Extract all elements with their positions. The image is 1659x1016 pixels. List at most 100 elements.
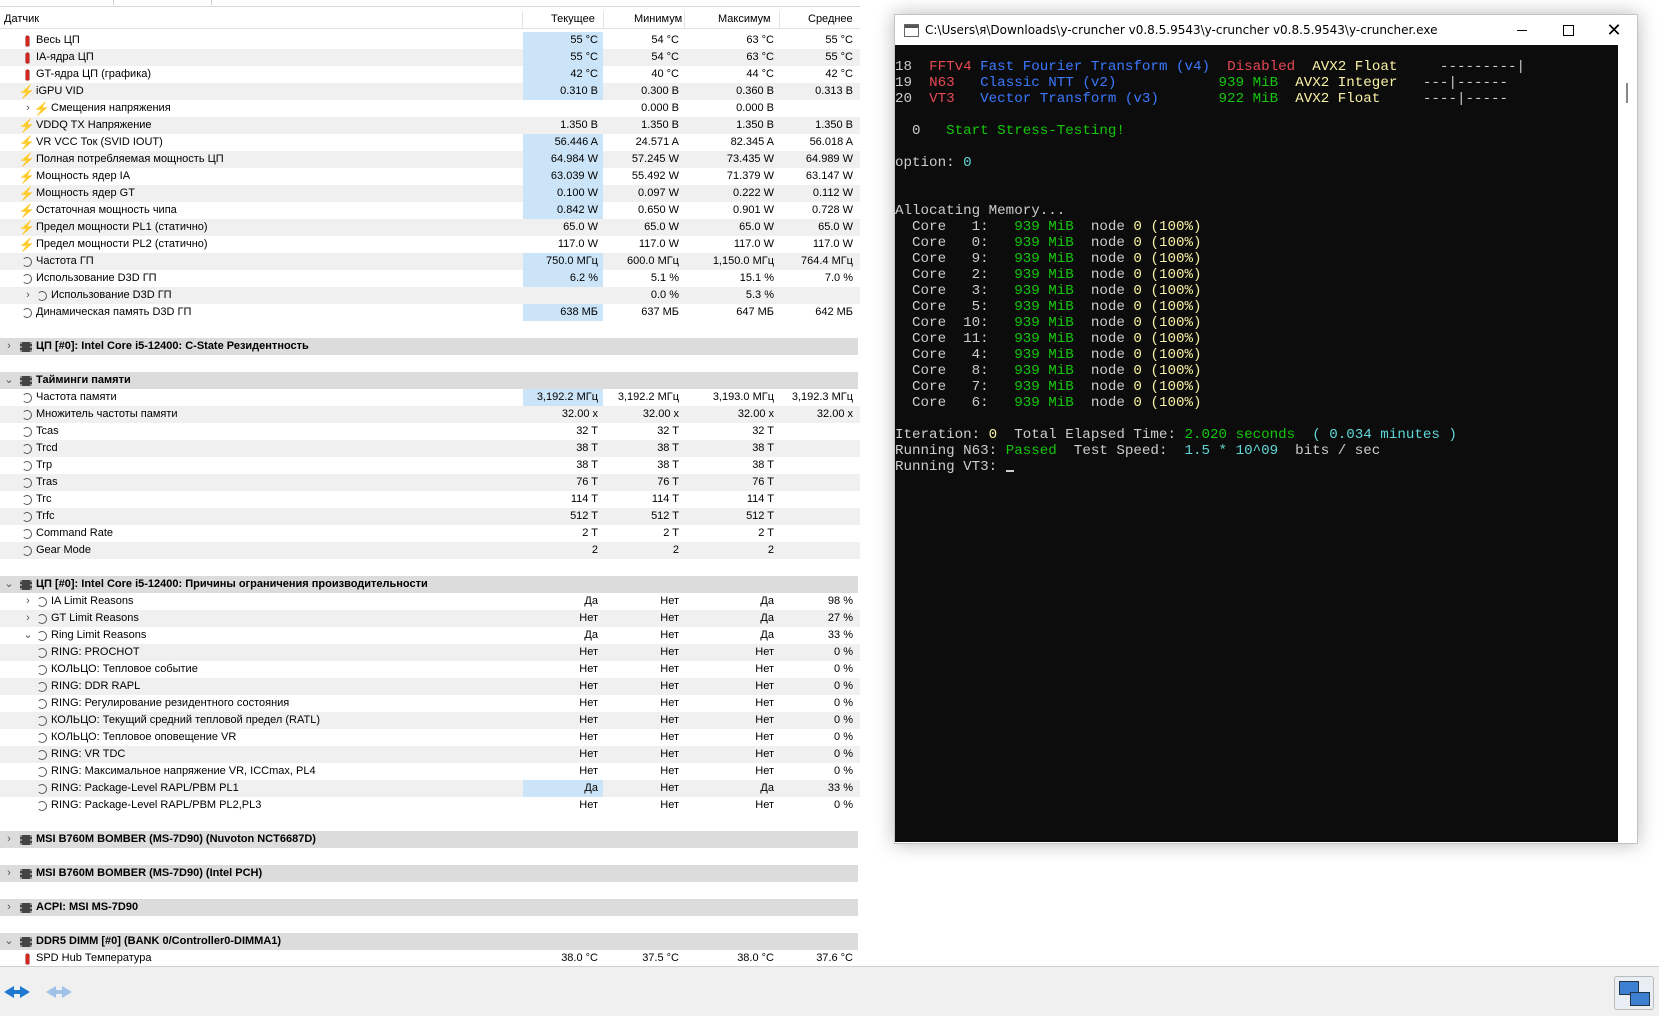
sensor-group[interactable]: ⌄ ЦП [#0]: Intel Core i5-12400: Причины о…: [0, 576, 860, 593]
console-scrollbar[interactable]: [1618, 45, 1637, 842]
sensor-row[interactable]: › Использование D3D ГП 0.0 % 5.3 %: [0, 287, 860, 304]
expand-toggle[interactable]: ⌄: [3, 934, 15, 948]
sensor-row[interactable]: RING: Package-Level RAPL/PBM PL2,PL3 Нет Н…: [0, 797, 860, 814]
sensor-row[interactable]: RING: Максимальное напряжение VR, ICCmax…: [0, 763, 860, 780]
header-min[interactable]: Минимум: [634, 13, 682, 25]
sensor-row[interactable]: Tcas 32 T 32 T 32 T: [0, 423, 860, 440]
close-button[interactable]: ✕: [1591, 15, 1637, 45]
next-button[interactable]: [44, 983, 76, 1001]
scrollbar-thumb[interactable]: [1626, 83, 1628, 103]
sensor-row[interactable]: › IA Limit Reasons Да Нет Да 98 %: [0, 593, 860, 610]
expand-toggle[interactable]: ⌄: [22, 628, 34, 642]
console-text: ---------|: [1397, 59, 1526, 75]
console-text: 939 MiB: [1014, 315, 1074, 331]
sensor-row[interactable]: КОЛЬЦО: Тепловое оповещение VR Нет Нет Нет 0…: [0, 729, 860, 746]
sensor-row[interactable]: Trc 114 T 114 T 114 T: [0, 491, 860, 508]
sensor-row[interactable]: ⚡ Мощность ядер GT 0.100 W 0.097 W 0.222 W 0.…: [0, 185, 860, 202]
console-titlebar[interactable]: C:\Users\я\Downloads\y-cruncher v0.8.5.9…: [895, 15, 1637, 45]
sensor-row[interactable]: SPD Hub Температура 38.0 °C 37.5 °C 38.0 °C…: [0, 950, 860, 966]
sensor-row[interactable]: Весь ЦП 55 °C 54 °C 63 °C 55 °C: [0, 32, 860, 49]
value-min: 117.0 W: [638, 238, 679, 250]
expand-toggle[interactable]: ›: [3, 832, 15, 846]
console-text: (100%): [1141, 395, 1202, 411]
sensor-row[interactable]: Gear Mode 2 2 2: [0, 542, 860, 559]
sensor-row[interactable]: Частота ГП 750.0 МГц 600.0 МГц 1,150.0 МГц 7…: [0, 253, 860, 270]
sensor-row[interactable]: › GT Limit Reasons Нет Нет Да 27 %: [0, 610, 860, 627]
sensor-row[interactable]: ⌄ Ring Limit Reasons Да Нет Да 33 %: [0, 627, 860, 644]
expand-toggle[interactable]: ›: [3, 866, 15, 880]
sensor-group[interactable]: ⌄ Тайминги памяти: [0, 372, 860, 389]
expand-toggle[interactable]: ›: [3, 900, 15, 914]
value-max: Нет: [755, 731, 774, 743]
group-label: DDR5 DIMM [#0] (BANK 0/Controller0-DIMMA…: [36, 935, 282, 947]
sensor-row[interactable]: Trcd 38 T 38 T 38 T: [0, 440, 860, 457]
chip-icon: [20, 901, 32, 914]
sensor-row[interactable]: RING: PROCHOT Нет Нет Нет 0 %: [0, 644, 860, 661]
console-line: 0 Start Stress-Testing!: [895, 123, 1525, 139]
console-text: Core 8:: [895, 363, 1015, 379]
sensor-row[interactable]: ⚡ VR VCC Ток (SVID IOUT) 56.446 A 24.571 A 8…: [0, 134, 860, 151]
minimize-button[interactable]: [1499, 15, 1545, 45]
expand-toggle[interactable]: ›: [22, 288, 34, 302]
expand-toggle[interactable]: ›: [3, 339, 15, 353]
network-button[interactable]: [1614, 976, 1654, 1010]
sensor-row[interactable]: › ⚡ Смещения напряжения 0.000 В 0.000 В: [0, 100, 860, 117]
clock-icon: [36, 765, 48, 778]
console-window[interactable]: C:\Users\я\Downloads\y-cruncher v0.8.5.9…: [894, 14, 1638, 844]
expand-toggle[interactable]: ›: [22, 594, 34, 608]
sensor-row[interactable]: Trp 38 T 38 T 38 T: [0, 457, 860, 474]
clock-icon: [21, 255, 33, 268]
sensor-row[interactable]: ⚡ Предел мощности PL2 (статично) 117.0 W 11…: [0, 236, 860, 253]
console-text: Disabled: [1227, 59, 1296, 75]
lightning-icon: ⚡: [18, 186, 36, 201]
sensor-row[interactable]: ⚡ iGPU VID 0.310 В 0.300 В 0.360 В 0.313 В: [0, 83, 860, 100]
sensor-group[interactable]: › MSI B760M BOMBER (MS-7D90) (Intel PCH): [0, 865, 860, 882]
sensor-row[interactable]: ⚡ Предел мощности PL1 (статично) 65.0 W 65.…: [0, 219, 860, 236]
expand-toggle[interactable]: ⌄: [3, 373, 15, 387]
sensor-label: Trp: [36, 459, 53, 471]
header-max[interactable]: Максимум: [718, 13, 771, 25]
sensor-group[interactable]: › MSI B760M BOMBER (MS-7D90) (Nuvoton NCT…: [0, 831, 860, 848]
sensor-row[interactable]: Множитель частоты памяти 32.00 x 32.00 x 32…: [0, 406, 860, 423]
value-max: Да: [760, 612, 774, 624]
sensor-row[interactable]: Tras 76 T 76 T 76 T: [0, 474, 860, 491]
sensor-row[interactable]: КОЛЬЦО: Тепловое событие Нет Нет Нет 0 %: [0, 661, 860, 678]
header-avg[interactable]: Среднее: [808, 13, 853, 25]
header-current[interactable]: Текущее: [551, 13, 595, 25]
sensor-row[interactable]: Command Rate 2 T 2 T 2 T: [0, 525, 860, 542]
sensor-row[interactable]: Trfc 512 T 512 T 512 T: [0, 508, 860, 525]
prev-button[interactable]: [2, 983, 34, 1001]
console-line: Iteration: 0 Total Elapsed Time: 2.020 s…: [895, 427, 1525, 443]
sensor-label: КОЛЬЦО: Тепловое событие: [51, 663, 198, 675]
clock-icon: [21, 527, 33, 540]
sensor-row[interactable]: Частота памяти 3,192.2 МГц 3,192.2 МГц 3,19…: [0, 389, 860, 406]
sensor-row[interactable]: ⚡ Мощность ядер IA 63.039 W 55.492 W 71.379 …: [0, 168, 860, 185]
sensor-row[interactable]: IA-ядра ЦП 55 °C 54 °C 63 °C 55 °C: [0, 49, 860, 66]
sensor-row[interactable]: RING: Регулирование резидентного состоян…: [0, 695, 860, 712]
sensor-group[interactable]: › ЦП [#0]: Intel Core i5-12400: C-State Р…: [0, 338, 860, 355]
sensor-row[interactable]: Динамическая память D3D ГП 638 МБ 637 МБ 64…: [0, 304, 860, 321]
sensor-row[interactable]: ⚡ VDDQ TX Напряжение 1.350 В 1.350 В 1.350 В…: [0, 117, 860, 134]
expand-toggle[interactable]: ⌄: [3, 577, 15, 591]
sensor-row[interactable]: RING: Package-Level RAPL/PBM PL1 Да Нет Да 3…: [0, 780, 860, 797]
sensor-group[interactable]: ⌄ DDR5 DIMM [#0] (BANK 0/Controller0-DIMM…: [0, 933, 860, 950]
sensor-row[interactable]: RING: DDR RAPL Нет Нет Нет 0 %: [0, 678, 860, 695]
sensor-row[interactable]: КОЛЬЦО: Текущий средний тепловой предел …: [0, 712, 860, 729]
console-text: 20: [895, 91, 930, 107]
expand-toggle[interactable]: ›: [22, 611, 34, 625]
header-sensor[interactable]: Датчик: [4, 13, 39, 25]
sensor-row[interactable]: Использование D3D ГП 6.2 % 5.1 % 15.1 % 7.0 …: [0, 270, 860, 287]
sensor-row[interactable]: RING: VR TDC Нет Нет Нет 0 %: [0, 746, 860, 763]
value-max: 0.360 В: [736, 85, 774, 97]
sensor-row[interactable]: ⚡ Полная потребляемая мощность ЦП 64.984 W…: [0, 151, 860, 168]
sensor-label: Полная потребляемая мощность ЦП: [36, 153, 224, 165]
clock-icon: [21, 476, 33, 489]
maximize-button[interactable]: [1545, 15, 1591, 45]
console-output[interactable]: 18 FFTv4 Fast Fourier Transform (v4) Dis…: [895, 45, 1618, 842]
sensor-row[interactable]: GT-ядра ЦП (графика) 42 °C 40 °C 44 °C 42 °C: [0, 66, 860, 83]
expand-toggle[interactable]: ›: [22, 101, 34, 115]
sensor-group[interactable]: › ACPI: MSI MS-7D90: [0, 899, 860, 916]
sensor-row[interactable]: ⚡ Остаточная мощность чипа 0.842 W 0.650 W 0…: [0, 202, 860, 219]
